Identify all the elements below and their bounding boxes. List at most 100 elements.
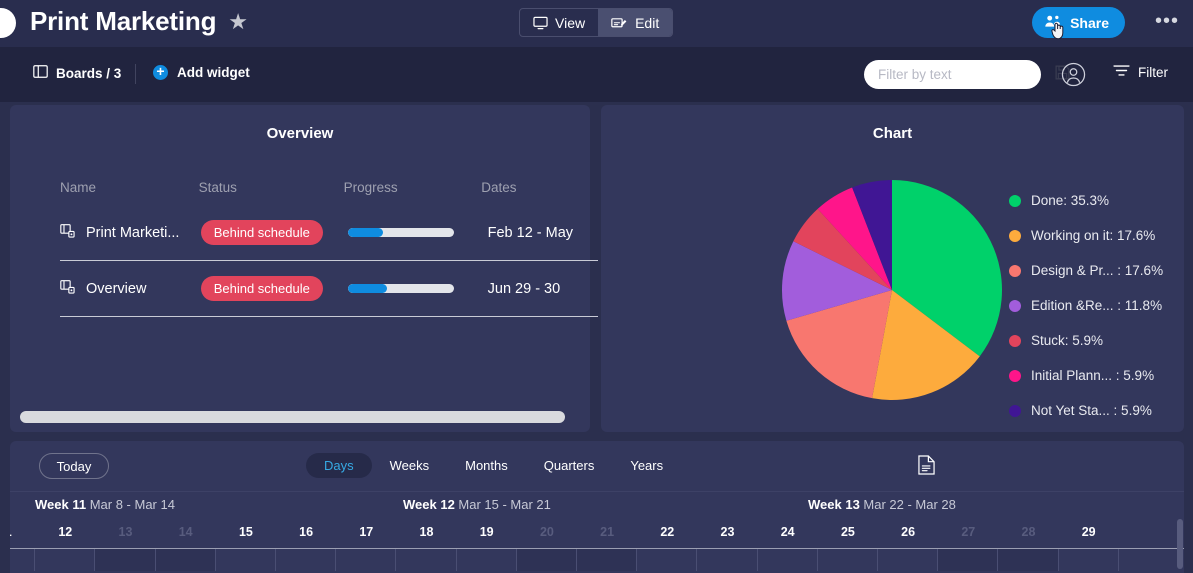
people-share-icon <box>1044 14 1062 32</box>
timeline-zoom-years[interactable]: Years <box>612 453 681 478</box>
timeline-widget: Today Days Weeks Months Quarters Years Week … <box>10 441 1184 573</box>
timeline-day-17[interactable]: 17 <box>353 525 379 539</box>
filter-button[interactable]: Filter <box>1113 64 1168 80</box>
filter-search-box[interactable] <box>864 60 1070 89</box>
column-header-status: Status <box>198 180 237 195</box>
legend-item[interactable]: Done: 35.3% <box>1009 183 1163 218</box>
person-circle-icon[interactable] <box>1061 62 1086 92</box>
timeline-day-22[interactable]: 22 <box>654 525 680 539</box>
star-favorite-icon[interactable]: ★ <box>228 10 248 33</box>
row-dates-label: Feb 12 - May <box>487 224 574 241</box>
timeline-day-26[interactable]: 26 <box>895 525 921 539</box>
legend-color-dot <box>1009 264 1021 277</box>
timeline-zoom-weeks[interactable]: Weeks <box>372 453 448 478</box>
board-dashboard-page: Print Marketing ★ View Edit Share ••• Bo… <box>0 0 1193 573</box>
overview-table: Name Status Progress Dates Print Marketi… <box>60 180 598 317</box>
timeline-zoom-months[interactable]: Months <box>447 453 526 478</box>
timeline-grid-column <box>336 549 397 571</box>
timeline-day-15[interactable]: 15 <box>233 525 259 539</box>
legend-color-dot <box>1009 194 1021 207</box>
legend-item[interactable]: Design & Pr... : 17.6% <box>1009 253 1163 288</box>
legend-item[interactable]: Stuck: 5.9% <box>1009 323 1163 358</box>
board-panel-icon <box>33 65 48 81</box>
filter-label: Filter <box>1138 64 1168 80</box>
timeline-grid-column <box>155 549 216 571</box>
timeline-day-12[interactable]: 12 <box>52 525 78 539</box>
timeline-day-14[interactable]: 14 <box>173 525 199 539</box>
pie-chart[interactable] <box>781 179 1003 406</box>
today-button[interactable]: Today <box>39 453 109 479</box>
timeline-grid-column <box>878 549 939 571</box>
add-widget-button[interactable]: + Add widget <box>153 64 250 80</box>
timeline-week-label: Week 12 Mar 15 - Mar 21 <box>403 497 551 512</box>
timeline-zoom-days[interactable]: Days <box>306 453 372 478</box>
share-button[interactable]: Share <box>1032 7 1125 38</box>
timeline-day-25[interactable]: 25 <box>835 525 861 539</box>
timeline-grid-column <box>396 549 457 571</box>
boards-count-button[interactable]: Boards / 3 <box>33 65 121 81</box>
row-name-label: Overview <box>86 280 147 297</box>
edit-mode-button[interactable]: Edit <box>598 9 673 36</box>
legend-label: Design & Pr... : 17.6% <box>1031 263 1164 278</box>
export-document-icon[interactable] <box>918 455 935 480</box>
overview-widget: Overview Name Status Progress Dates Prin… <box>10 105 598 464</box>
boards-count-label: Boards / 3 <box>56 65 122 81</box>
progress-bar <box>347 228 454 237</box>
overview-horizontal-scrollbar[interactable] <box>20 411 565 423</box>
board-title-text: Print Marketing <box>30 6 217 36</box>
board-item-icon <box>60 279 76 298</box>
timeline-grid-column <box>1059 549 1119 571</box>
status-badge[interactable]: Behind schedule <box>200 276 323 301</box>
legend-item[interactable]: Initial Plann... : 5.9% <box>1009 358 1163 393</box>
search-input[interactable] <box>878 67 1055 82</box>
progress-bar <box>347 284 454 293</box>
table-row[interactable]: Print Marketi... Behind schedule Feb 12 … <box>60 205 598 261</box>
timeline-grid-column <box>998 549 1059 571</box>
overview-widget-title: Overview <box>266 125 334 142</box>
week-number: Week 13 <box>808 497 860 512</box>
monitor-icon <box>533 16 548 30</box>
timeline-zoom-tabs: Days Weeks Months Quarters Years <box>306 453 681 478</box>
timeline-day-16[interactable]: 16 <box>293 525 319 539</box>
overview-table-header: Name Status Progress Dates <box>60 180 590 205</box>
table-row[interactable]: Overview Behind schedule Jun 29 - 30 <box>60 261 598 317</box>
timeline-vertical-scrollbar[interactable] <box>1177 519 1183 569</box>
legend-label: Not Yet Sta... : 5.9% <box>1031 403 1152 418</box>
timeline-day-13[interactable]: 13 <box>113 525 139 539</box>
view-mode-label: View <box>555 14 586 31</box>
timeline-day-23[interactable]: 23 <box>715 525 741 539</box>
legend-color-dot <box>1009 334 1021 347</box>
timeline-grid-column <box>95 549 156 571</box>
timeline-day-21[interactable]: 21 <box>594 525 620 539</box>
timeline-day-20[interactable]: 20 <box>534 525 560 539</box>
status-badge[interactable]: Behind schedule <box>200 220 323 245</box>
timeline-day-27[interactable]: 27 <box>955 525 981 539</box>
timeline-grid-column <box>35 549 96 571</box>
timeline-day-19[interactable]: 19 <box>474 525 500 539</box>
chart-widget: Chart Done: 35.3% Working on it: 17.6% Des… <box>601 105 1184 432</box>
plus-circle-icon: + <box>153 64 168 80</box>
timeline-day-18[interactable]: 18 <box>414 525 440 539</box>
timeline-grid-column <box>216 549 276 571</box>
timeline-day-28[interactable]: 28 <box>1016 525 1042 539</box>
legend-item[interactable]: Edition &Re... : 11.8% <box>1009 288 1163 323</box>
circle-avatar-logo <box>0 8 16 38</box>
timeline-day-24[interactable]: 24 <box>775 525 801 539</box>
timeline-day-11[interactable]: 11 <box>10 525 18 539</box>
legend-item[interactable]: Not Yet Sta... : 5.9% <box>1009 393 1163 428</box>
legend-item[interactable]: Working on it: 17.6% <box>1009 218 1163 253</box>
row-name-label: Print Marketi... <box>86 224 180 241</box>
column-header-progress: Progress <box>343 180 398 195</box>
pencil-edit-icon <box>611 16 628 30</box>
legend-color-dot <box>1009 404 1021 417</box>
week-range: Mar 8 - Mar 14 <box>86 497 175 512</box>
top-header-bar: Print Marketing ★ View Edit Share ••• <box>0 0 1193 47</box>
row-dates-label: Jun 29 - 30 <box>487 280 561 297</box>
widget-resize-handle[interactable] <box>0 434 1193 446</box>
legend-label: Stuck: 5.9% <box>1031 333 1104 348</box>
legend-color-dot <box>1009 299 1021 312</box>
timeline-zoom-quarters[interactable]: Quarters <box>526 453 613 478</box>
more-horizontal-icon[interactable]: ••• <box>1155 11 1179 31</box>
timeline-day-29[interactable]: 29 <box>1076 525 1102 539</box>
view-mode-button[interactable]: View <box>520 9 598 36</box>
